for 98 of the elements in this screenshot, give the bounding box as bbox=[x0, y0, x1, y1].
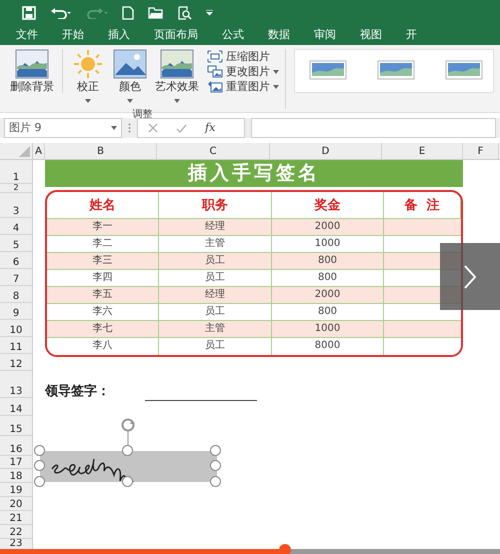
row-header[interactable]: 16 bbox=[0, 436, 32, 456]
ribbon-tab[interactable]: 开始 bbox=[50, 25, 96, 45]
table-cell: 员工 bbox=[159, 304, 272, 321]
row-header[interactable]: 10 bbox=[0, 320, 32, 337]
table-cell: 员工 bbox=[159, 253, 272, 270]
ribbon-button[interactable]: 艺术效果 bbox=[151, 49, 203, 106]
rotate-handle-icon[interactable] bbox=[120, 417, 136, 445]
row-header[interactable]: 11 bbox=[0, 337, 32, 354]
row-header[interactable]: 1 bbox=[0, 160, 32, 184]
resize-handle[interactable] bbox=[210, 460, 221, 471]
column-header[interactable]: A bbox=[33, 143, 45, 159]
ribbon-button[interactable]: 删除背景 bbox=[6, 49, 58, 96]
formula-input[interactable] bbox=[251, 118, 496, 138]
ribbon-button[interactable]: 压缩图片 bbox=[207, 49, 279, 64]
row-header[interactable]: 15 bbox=[0, 416, 32, 436]
change-picture-icon bbox=[207, 65, 223, 78]
ribbon-button[interactable]: 颜色 bbox=[109, 49, 151, 106]
ribbon-tab[interactable]: 数据 bbox=[256, 25, 302, 45]
table-cell: 李八 bbox=[47, 338, 159, 355]
table-cell: 800 bbox=[272, 304, 384, 321]
row-header[interactable]: 5 bbox=[0, 235, 32, 252]
undo-icon[interactable] bbox=[50, 6, 72, 18]
resize-handle[interactable] bbox=[210, 445, 221, 456]
ribbon-button[interactable]: 校正 bbox=[67, 49, 109, 106]
ribbon-tab[interactable]: 公式 bbox=[210, 25, 256, 45]
table-cell: 李一 bbox=[47, 219, 159, 236]
column-header[interactable]: C bbox=[157, 143, 270, 159]
reset-picture-icon bbox=[207, 80, 223, 93]
row-header[interactable]: 17 bbox=[0, 456, 32, 469]
save-icon[interactable] bbox=[22, 6, 36, 20]
insert-function-button[interactable]: fx bbox=[205, 120, 216, 136]
row-header[interactable]: 22 bbox=[0, 525, 32, 539]
row-header[interactable]: 13 bbox=[0, 371, 32, 398]
table-cell: 2000 bbox=[272, 219, 384, 236]
column-header[interactable]: D bbox=[270, 143, 382, 159]
table-cell: 2000 bbox=[272, 287, 384, 304]
ribbon-button[interactable]: 更改图片 bbox=[207, 64, 279, 79]
row-header[interactable]: 21 bbox=[0, 511, 32, 525]
check-icon[interactable] bbox=[176, 122, 187, 134]
resize-handle[interactable] bbox=[122, 445, 133, 456]
table-cell: 李四 bbox=[47, 270, 159, 287]
progress-thumb[interactable] bbox=[279, 544, 291, 554]
table-cell: 800 bbox=[272, 253, 384, 270]
row-header[interactable]: 8 bbox=[0, 286, 32, 303]
table-cell: 员工 bbox=[159, 270, 272, 287]
row-header[interactable]: 14 bbox=[0, 398, 32, 416]
ribbon-button[interactable]: 重置图片 bbox=[207, 79, 279, 94]
group-label: 调整 bbox=[132, 108, 152, 122]
table-cell: 李三 bbox=[47, 253, 159, 270]
column-header[interactable]: F bbox=[463, 143, 499, 159]
ribbon-tab[interactable]: 开 bbox=[394, 25, 429, 45]
table-cell: 800 bbox=[272, 270, 384, 287]
ribbon-tab[interactable]: 视图 bbox=[348, 25, 394, 45]
magnifier-page-icon[interactable] bbox=[178, 6, 192, 20]
resize-handle[interactable] bbox=[210, 476, 221, 487]
table-cell: 经理 bbox=[159, 219, 272, 236]
name-box[interactable]: 图片 9 bbox=[4, 118, 122, 138]
resize-handle[interactable] bbox=[34, 476, 45, 487]
row-header[interactable]: 6 bbox=[0, 252, 32, 269]
table-cell: 李五 bbox=[47, 287, 159, 304]
resize-handle[interactable] bbox=[122, 476, 133, 487]
row-header[interactable]: 3 bbox=[0, 193, 32, 218]
ribbon-tab[interactable]: 页面布局 bbox=[142, 25, 210, 45]
table-cell: 主管 bbox=[159, 321, 272, 338]
row-header[interactable]: 2 bbox=[0, 184, 32, 193]
resize-handle[interactable] bbox=[34, 445, 45, 456]
row-header[interactable]: 7 bbox=[0, 269, 32, 286]
artistic-picture-icon bbox=[160, 49, 194, 79]
sun-icon bbox=[71, 49, 105, 79]
resize-handle[interactable] bbox=[34, 460, 45, 471]
page-icon[interactable] bbox=[122, 6, 134, 20]
color-picture-icon bbox=[113, 49, 147, 79]
ribbon-tab[interactable]: 审阅 bbox=[302, 25, 348, 45]
row-header[interactable]: 4 bbox=[0, 218, 32, 235]
table-cell: 经理 bbox=[159, 287, 272, 304]
cancel-icon[interactable] bbox=[148, 122, 158, 134]
ribbon-tab[interactable]: 文件 bbox=[4, 25, 50, 45]
signature-label: 领导签字： bbox=[45, 382, 110, 400]
table-cell: 李二 bbox=[47, 236, 159, 253]
row-header[interactable]: 12 bbox=[0, 354, 32, 371]
chevron-right-icon bbox=[464, 264, 476, 288]
remove-background-icon bbox=[15, 49, 49, 79]
ribbon-tab[interactable]: 插入 bbox=[96, 25, 142, 45]
row-header[interactable]: 9 bbox=[0, 303, 32, 320]
caret-icon[interactable] bbox=[206, 10, 213, 16]
table-cell: 1000 bbox=[272, 321, 384, 338]
row-header[interactable]: 20 bbox=[0, 497, 32, 511]
sheet-title: 插入手写签名 bbox=[45, 160, 463, 187]
table-cell: 李七 bbox=[47, 321, 159, 338]
folder-icon[interactable] bbox=[148, 6, 164, 19]
row-header[interactable]: 18 bbox=[0, 469, 32, 483]
column-header[interactable]: B bbox=[45, 143, 157, 159]
table-cell: 1000 bbox=[272, 236, 384, 253]
table-cell: 李六 bbox=[47, 304, 159, 321]
table-cell: 主管 bbox=[159, 236, 272, 253]
column-header[interactable]: E bbox=[382, 143, 463, 159]
compress-picture-icon bbox=[207, 50, 223, 63]
row-header[interactable]: 19 bbox=[0, 483, 32, 497]
